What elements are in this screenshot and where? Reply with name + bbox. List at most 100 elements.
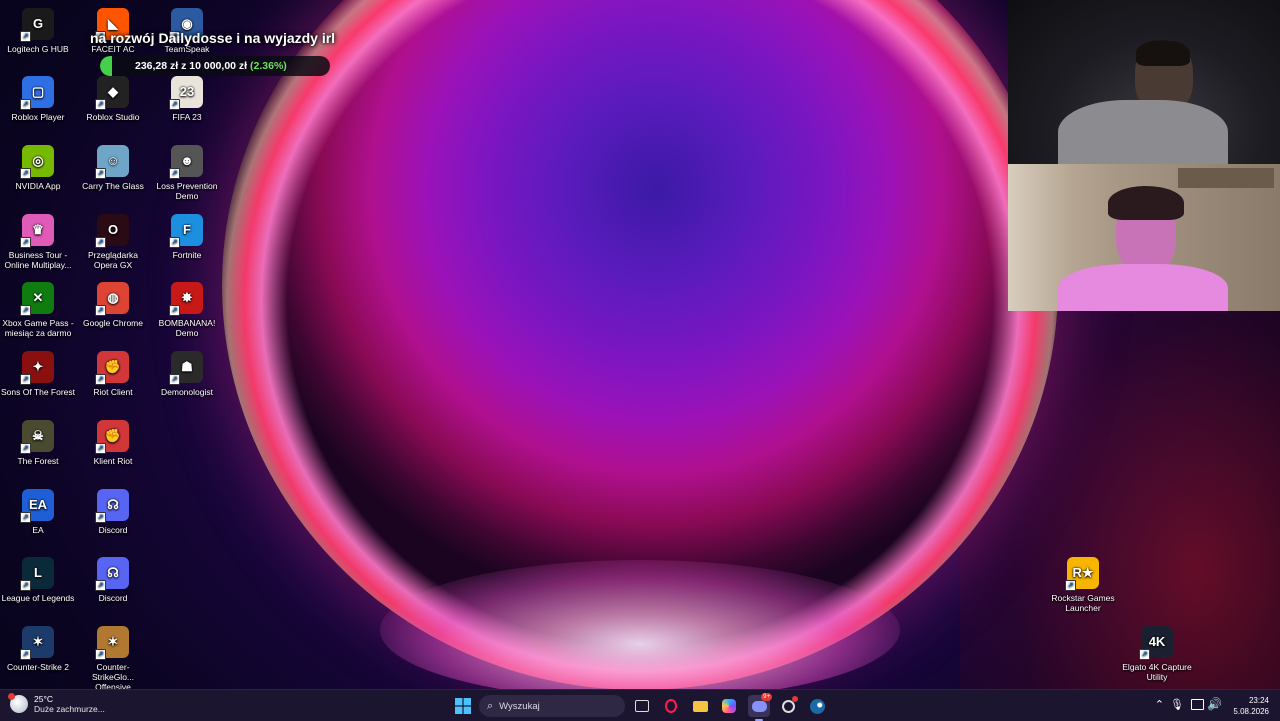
shortcut-arrow-icon: ↗	[95, 649, 106, 660]
desktop-icon-sons-of-the-forest[interactable]: ✦ ↗ Sons Of The Forest	[0, 347, 76, 397]
desktop-icon-league-of-legends[interactable]: L ↗ League of Legends	[0, 553, 76, 603]
desktop-icon-label: League of Legends	[1, 593, 75, 603]
desktop-icon-faceit[interactable]: ◣ ↗ FACEIT AC	[75, 4, 151, 54]
loss-prevention-icon: ☻ ↗	[169, 145, 203, 179]
desktop-icon-csgo[interactable]: ✶ ↗ Counter-StrikeGlo... Offensive	[75, 622, 151, 692]
shortcut-arrow-icon: ↗	[20, 168, 31, 179]
shortcut-arrow-icon: ↗	[20, 649, 31, 660]
desktop-icon-label: EA	[32, 525, 44, 535]
desktop-icon-logitech-g[interactable]: G ↗ Logitech G HUB	[0, 4, 76, 54]
riot-client-icon: ✊ ↗	[95, 351, 129, 385]
league-of-legends-icon: L ↗	[20, 557, 54, 591]
taskbar-opera-gx[interactable]	[660, 695, 682, 717]
desktop-icon-loss-prevention[interactable]: ☻ ↗ Loss Prevention Demo	[149, 141, 225, 201]
rockstar-icon: R★ ↗	[1065, 557, 1099, 591]
desktop-icon-discord[interactable]: ☊ ↗ Discord	[75, 553, 151, 603]
desktop-icon-roblox-studio[interactable]: ◆ ↗ Roblox Studio	[75, 72, 151, 122]
desktop-icon-klient-riot[interactable]: ✊ ↗ Klient Riot	[75, 416, 151, 466]
desktop-icon-discord[interactable]: ☊ ↗ Discord	[75, 485, 151, 535]
search-placeholder: Wyszukaj	[499, 700, 540, 712]
desktop-icon-label: Loss Prevention Demo	[156, 181, 218, 201]
desktop-icon-teamspeak[interactable]: ◉ ↗ TeamSpeak	[149, 4, 225, 54]
desktop-icon-label: Logitech G HUB	[7, 44, 69, 54]
desktop-icon-label: BOMBANANA! Demo	[158, 318, 216, 338]
icon-glyph: ☗	[181, 359, 193, 374]
icon-glyph: F	[183, 222, 191, 237]
desktop-icon-ea[interactable]: EA ↗ EA	[0, 485, 76, 535]
cs2-icon: ✶ ↗	[20, 626, 54, 660]
desktop-icon-elgato[interactable]: 4K ↗ Elgato 4K Capture Utility	[1119, 622, 1195, 682]
desktop-icon-xbox[interactable]: ✕ ↗ Xbox Game Pass - miesiąc za darmo	[0, 278, 76, 338]
shortcut-arrow-icon: ↗	[20, 31, 31, 42]
icon-glyph: ✊	[104, 428, 122, 443]
icon-glyph: ✸	[181, 290, 193, 305]
taskbar-copilot[interactable]	[718, 695, 740, 717]
cloud-icon	[8, 693, 28, 713]
shortcut-arrow-icon: ↗	[95, 99, 106, 110]
volume-icon[interactable]: 🔊	[1207, 697, 1222, 711]
donation-amount: 236,28 zł z 10 000,00 zł	[135, 60, 248, 72]
folder-icon	[692, 700, 708, 712]
icon-glyph: EA	[28, 497, 48, 512]
desktop-icon-rockstar[interactable]: R★ ↗ Rockstar Games Launcher	[1045, 553, 1121, 613]
bombanana-icon: ✸ ↗	[169, 282, 203, 316]
desktop-icon-roblox-player[interactable]: ▢ ↗ Roblox Player	[0, 72, 76, 122]
taskbar-discord[interactable]: 9+	[748, 693, 772, 721]
desktop-icon-chrome[interactable]: ◍ ↗ Google Chrome	[75, 278, 151, 328]
desktop-icon-label: Przeglądarka Opera GX	[87, 250, 139, 270]
webcam-headset	[1108, 186, 1184, 220]
icon-glyph: L	[34, 565, 42, 580]
shortcut-arrow-icon: ↗	[95, 168, 106, 179]
steam-icon	[809, 698, 825, 714]
carry-the-glass-icon: ☺ ↗	[95, 145, 129, 179]
desktop-icon-label: Klient Riot	[93, 456, 133, 466]
desktop-icon-label: Counter-StrikeGlo... Offensive	[91, 662, 135, 692]
desktop-icon-bombanana[interactable]: ✸ ↗ BOMBANANA! Demo	[149, 278, 225, 338]
taskbar-steam[interactable]	[806, 695, 828, 717]
discord-notification-badge: 9+	[761, 693, 772, 701]
desktop-icon-label: Riot Client	[93, 387, 133, 397]
shortcut-arrow-icon: ↗	[20, 99, 31, 110]
icon-glyph: O	[107, 222, 119, 237]
desktop-icon-demonologist[interactable]: ☗ ↗ Demonologist	[149, 347, 225, 397]
start-button[interactable]	[452, 695, 474, 717]
desktop-icon-nvidia[interactable]: ◎ ↗ NVIDIA App	[0, 141, 76, 191]
klient-riot-icon: ✊ ↗	[95, 420, 129, 454]
desktop-icon-business-tour[interactable]: ♛ ↗ Business Tour - Online Multiplay...	[0, 210, 76, 270]
shortcut-arrow-icon: ↗	[95, 374, 106, 385]
taskbar-file-explorer[interactable]	[689, 695, 711, 717]
system-clock[interactable]: 23:24 5.08.2026	[1233, 695, 1269, 717]
icon-glyph: ✕	[32, 290, 44, 305]
discord-icon: ☊ ↗	[95, 489, 129, 523]
taskbar-app-ring[interactable]	[777, 695, 799, 717]
shortcut-arrow-icon: ↗	[20, 374, 31, 385]
desktop-icon-carry-the-glass[interactable]: ☺ ↗ Carry The Glass	[75, 141, 151, 191]
microphone-icon[interactable]: 🎙	[1170, 698, 1184, 711]
shortcut-arrow-icon: ↗	[169, 99, 180, 110]
icon-glyph: ✶	[107, 634, 119, 649]
roblox-studio-icon: ◆ ↗	[95, 76, 129, 110]
roblox-player-icon: ▢ ↗	[20, 76, 54, 110]
show-hidden-icons-chevron-icon[interactable]: ⌃	[1155, 698, 1164, 711]
taskbar-search-box[interactable]: ⌕ Wyszukaj	[479, 695, 625, 717]
desktop-icon-label: Roblox Studio	[86, 112, 140, 122]
task-view-button[interactable]	[631, 695, 653, 717]
shortcut-arrow-icon: ↗	[169, 305, 180, 316]
desktop-icon-the-forest[interactable]: ☠ ↗ The Forest	[0, 416, 76, 466]
icon-glyph: ✊	[104, 359, 122, 374]
shortcut-arrow-icon: ↗	[20, 512, 31, 523]
desktop-icon-label: Demonologist	[161, 387, 213, 397]
desktop-icon-cs2[interactable]: ✶ ↗ Counter-Strike 2	[0, 622, 76, 672]
desktop-icon-fortnite[interactable]: F ↗ Fortnite	[149, 210, 225, 260]
network-icon[interactable]	[1191, 699, 1204, 710]
donation-percent: (2.36%)	[250, 60, 287, 72]
desktop-icon-label: Rockstar Games Launcher	[1051, 593, 1115, 613]
desktop-icon-riot-client[interactable]: ✊ ↗ Riot Client	[75, 347, 151, 397]
desktop-icon-opera-gx[interactable]: O ↗ Przeglądarka Opera GX	[75, 210, 151, 270]
icon-glyph: ◍	[107, 290, 119, 305]
weather-widget[interactable]: 25°C Duże zachmurze...	[8, 693, 105, 714]
desktop-icon-label: Counter-Strike 2	[7, 662, 69, 672]
webcam-person-shirt	[1058, 264, 1228, 311]
desktop-icon-fifa[interactable]: 23 ↗ FIFA 23	[149, 72, 225, 122]
elgato-icon: 4K ↗	[1139, 626, 1173, 660]
